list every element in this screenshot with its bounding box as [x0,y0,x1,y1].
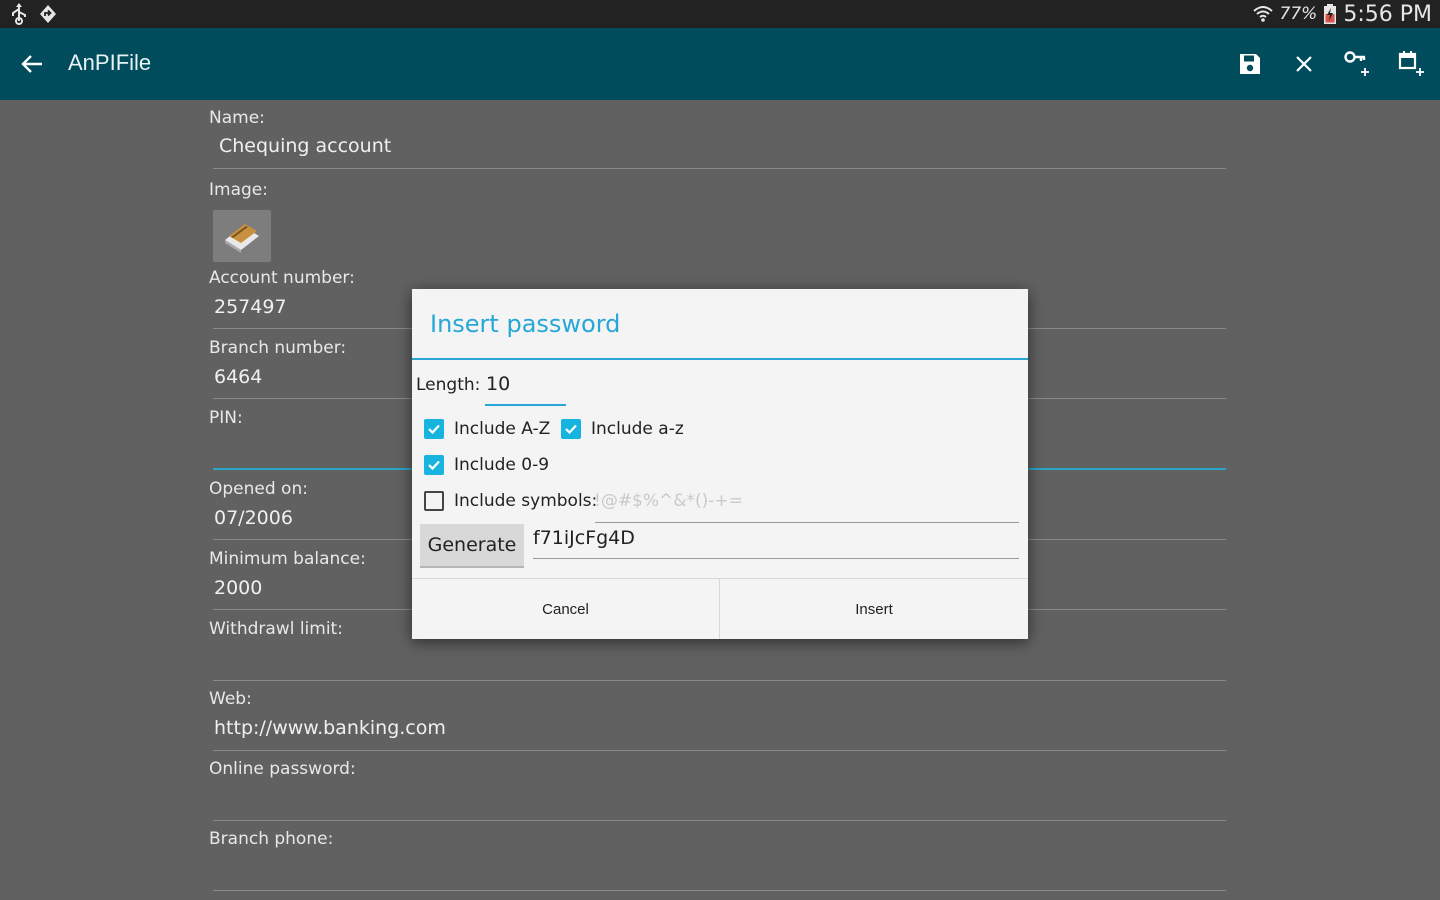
branch-number-input[interactable]: 6464 [214,366,262,388]
branch-phone-label: Branch phone: [209,829,334,849]
include-lowercase-label: Include a-z [591,419,684,439]
image-label: Image: [209,180,268,200]
web-label: Web: [209,689,252,709]
checkbox-unchecked-icon [424,491,444,511]
add-date-button[interactable] [1394,46,1430,82]
account-number-input[interactable]: 257497 [214,296,287,318]
include-uppercase-label: Include A-Z [454,419,551,439]
online-password-input[interactable] [213,820,1226,821]
checkbox-checked-icon [424,419,444,439]
clock: 5:56 PM [1343,1,1432,27]
name-underline [213,168,1226,169]
add-password-icon [1344,51,1369,76]
cancel-button[interactable]: Cancel [412,579,719,639]
length-input[interactable]: 10 [486,373,510,395]
save-icon [1240,54,1260,74]
checkbox-checked-icon [561,419,581,439]
insert-password-dialog: Insert password Length: 10 Include A-Z I… [412,289,1028,639]
length-underline [485,404,566,406]
credit-card-icon [225,224,259,253]
wifi-icon [1252,6,1273,22]
save-button[interactable] [1232,46,1268,82]
include-digits-checkbox[interactable]: Include 0-9 [424,455,549,475]
web-field: Web: http://www.banking.com [209,689,1226,751]
include-digits-label: Include 0-9 [454,455,550,475]
online-password-label: Online password: [209,759,356,779]
insert-button[interactable]: Insert [720,579,1028,639]
back-arrow-icon[interactable] [18,50,46,78]
web-input[interactable]: http://www.banking.com [214,717,446,739]
image-field: Image: [209,180,1226,270]
name-field: Name: Chequing account [209,108,1226,170]
include-uppercase-checkbox[interactable]: Include A-Z [424,419,550,439]
dialog-title-divider [412,358,1028,360]
battery-percent: 77% [1279,4,1318,24]
branch-phone-input[interactable] [213,890,1226,891]
include-symbols-label: Include symbols: [454,491,598,511]
status-right: 77% 5:56 PM [1252,0,1432,28]
account-number-label: Account number: [209,268,355,288]
checkbox-checked-icon [424,455,444,475]
symbols-input[interactable]: !@#$%^&*()-+= [594,491,743,511]
usb-icon [12,3,26,25]
web-underline [213,750,1226,751]
add-date-icon [1398,51,1424,76]
app-title: AnPIFile [68,50,152,75]
add-password-button[interactable] [1340,46,1376,82]
minimum-balance-input[interactable]: 2000 [214,577,262,599]
notification-icon [40,5,56,23]
symbols-underline [595,522,1019,523]
generated-password-input[interactable]: f71iJcFg4D [533,527,635,549]
branch-phone-field: Branch phone: [209,829,1226,891]
length-label: Length: [416,375,481,395]
action-bar: AnPIFile [0,28,1440,100]
name-label: Name: [209,108,265,128]
status-left-icons [10,3,58,25]
close-icon [1296,56,1312,72]
generate-button[interactable]: Generate [420,524,524,568]
online-password-field: Online password: [209,759,1226,821]
opened-on-input[interactable]: 07/2006 [214,507,293,529]
status-bar: 77% 5:56 PM [0,0,1440,28]
image-picker[interactable] [213,210,271,262]
withdrawl-limit-input[interactable] [213,680,1226,681]
name-input[interactable]: Chequing account [219,135,391,157]
dialog-title: Insert password [430,310,621,338]
action-bar-buttons [1232,46,1430,82]
close-button[interactable] [1286,46,1322,82]
include-lowercase-checkbox[interactable]: Include a-z [561,419,684,439]
include-symbols-checkbox[interactable]: Include symbols: [424,491,597,511]
generated-password-underline [533,558,1019,559]
battery-charging-icon [1324,4,1337,24]
